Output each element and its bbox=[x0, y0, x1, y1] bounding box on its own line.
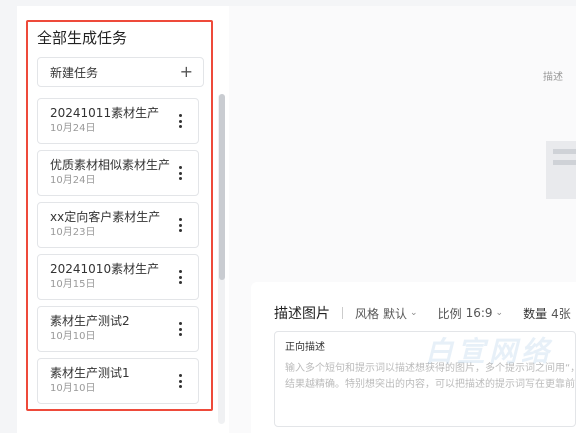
preview-line bbox=[553, 149, 576, 154]
ratio-value: 16:9 bbox=[465, 306, 493, 320]
chevron-down-icon: ⌄ bbox=[495, 308, 504, 318]
style-label: 风格 bbox=[355, 306, 380, 321]
chevron-down-icon: ⌄ bbox=[410, 308, 418, 318]
highlight-annotation bbox=[26, 20, 213, 411]
quantity-value: 4张 bbox=[551, 306, 571, 321]
hint-text: 描述 bbox=[543, 72, 563, 83]
watermark-logo: 白宣网络 bbox=[425, 335, 554, 368]
sidebar-scrollbar[interactable] bbox=[219, 94, 225, 280]
prompt-title: 描述图片 bbox=[274, 306, 330, 322]
toolbar-divider bbox=[342, 307, 343, 319]
ratio-select[interactable]: 比例 16:9 ⌄ bbox=[438, 305, 504, 322]
preview-line bbox=[553, 160, 576, 165]
ratio-label: 比例 bbox=[437, 306, 462, 321]
style-value: 默认 bbox=[383, 306, 408, 321]
quantity-label: 数量 bbox=[523, 306, 548, 321]
style-select[interactable]: 风格 默认 ⌄ bbox=[355, 305, 418, 322]
quantity-select[interactable]: 数量 4张 bbox=[523, 305, 571, 322]
prompt-toolbar: 描述图片 风格 默认 ⌄ 比例 16:9 ⌄ 数量 4张 bbox=[274, 303, 576, 323]
prompt-placeholder-line2: 结果越精确。特别想突出的内容，可以把描述的提示词写在更靠前的位置 bbox=[285, 379, 576, 390]
